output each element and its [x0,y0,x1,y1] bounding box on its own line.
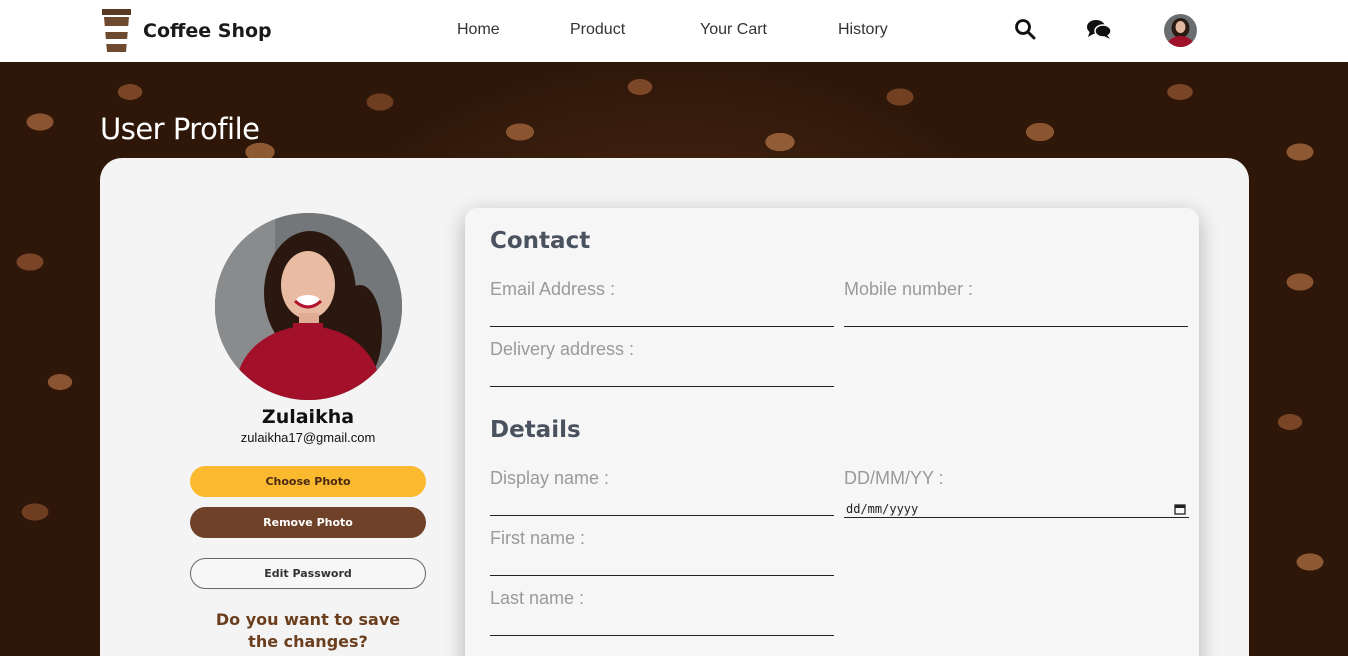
dob-label: DD/MM/YY : [844,468,944,488]
details-heading: Details [490,417,581,443]
nav-your-cart[interactable]: Your Cart [700,21,767,39]
user-avatar[interactable] [1164,14,1197,47]
profile-email: zulaikha17@gmail.com [240,430,376,445]
email-field[interactable] [490,326,834,327]
form-panel: Contact Email Address : Mobile number : … [465,208,1199,656]
nav-product[interactable]: Product [570,21,625,39]
remove-photo-button[interactable]: Remove Photo [190,507,426,538]
nav-home[interactable]: Home [457,21,500,39]
display-name-label: Display name : [490,468,610,488]
save-changes-question: Do you want to save the changes? [215,610,401,651]
page-title: User Profile [100,112,260,146]
display-name-field[interactable] [490,515,834,516]
coffee-cup-icon [100,9,133,52]
edit-password-button[interactable]: Edit Password [190,558,426,589]
profile-photo [215,213,402,400]
profile-card: Zulaikha zulaikha17@gmail.com Choose Pho… [100,158,1249,656]
last-name-label: Last name : [490,588,585,608]
search-icon[interactable] [1014,18,1036,45]
contact-heading: Contact [490,228,591,254]
profile-name: Zulaikha [261,406,355,428]
brand[interactable]: Coffee Shop [100,9,272,52]
mobile-field[interactable] [844,326,1188,327]
last-name-field[interactable] [490,635,834,636]
chat-icon[interactable] [1086,18,1112,45]
email-label: Email Address : [490,279,616,299]
choose-photo-button[interactable]: Choose Photo [190,466,426,497]
dob-date-input[interactable]: dd/mm/yyyy [844,500,1189,518]
brand-name: Coffee Shop [143,19,272,42]
calendar-icon[interactable] [1174,503,1186,515]
mobile-label: Mobile number : [844,279,974,299]
delivery-label: Delivery address : [490,339,635,359]
dob-placeholder: dd/mm/yyyy [846,501,919,516]
first-name-field[interactable] [490,575,834,576]
nav-history[interactable]: History [838,21,888,39]
navbar: Coffee Shop Home Product Your Cart Histo… [0,0,1348,62]
delivery-field[interactable] [490,386,834,387]
first-name-label: First name : [490,528,586,548]
